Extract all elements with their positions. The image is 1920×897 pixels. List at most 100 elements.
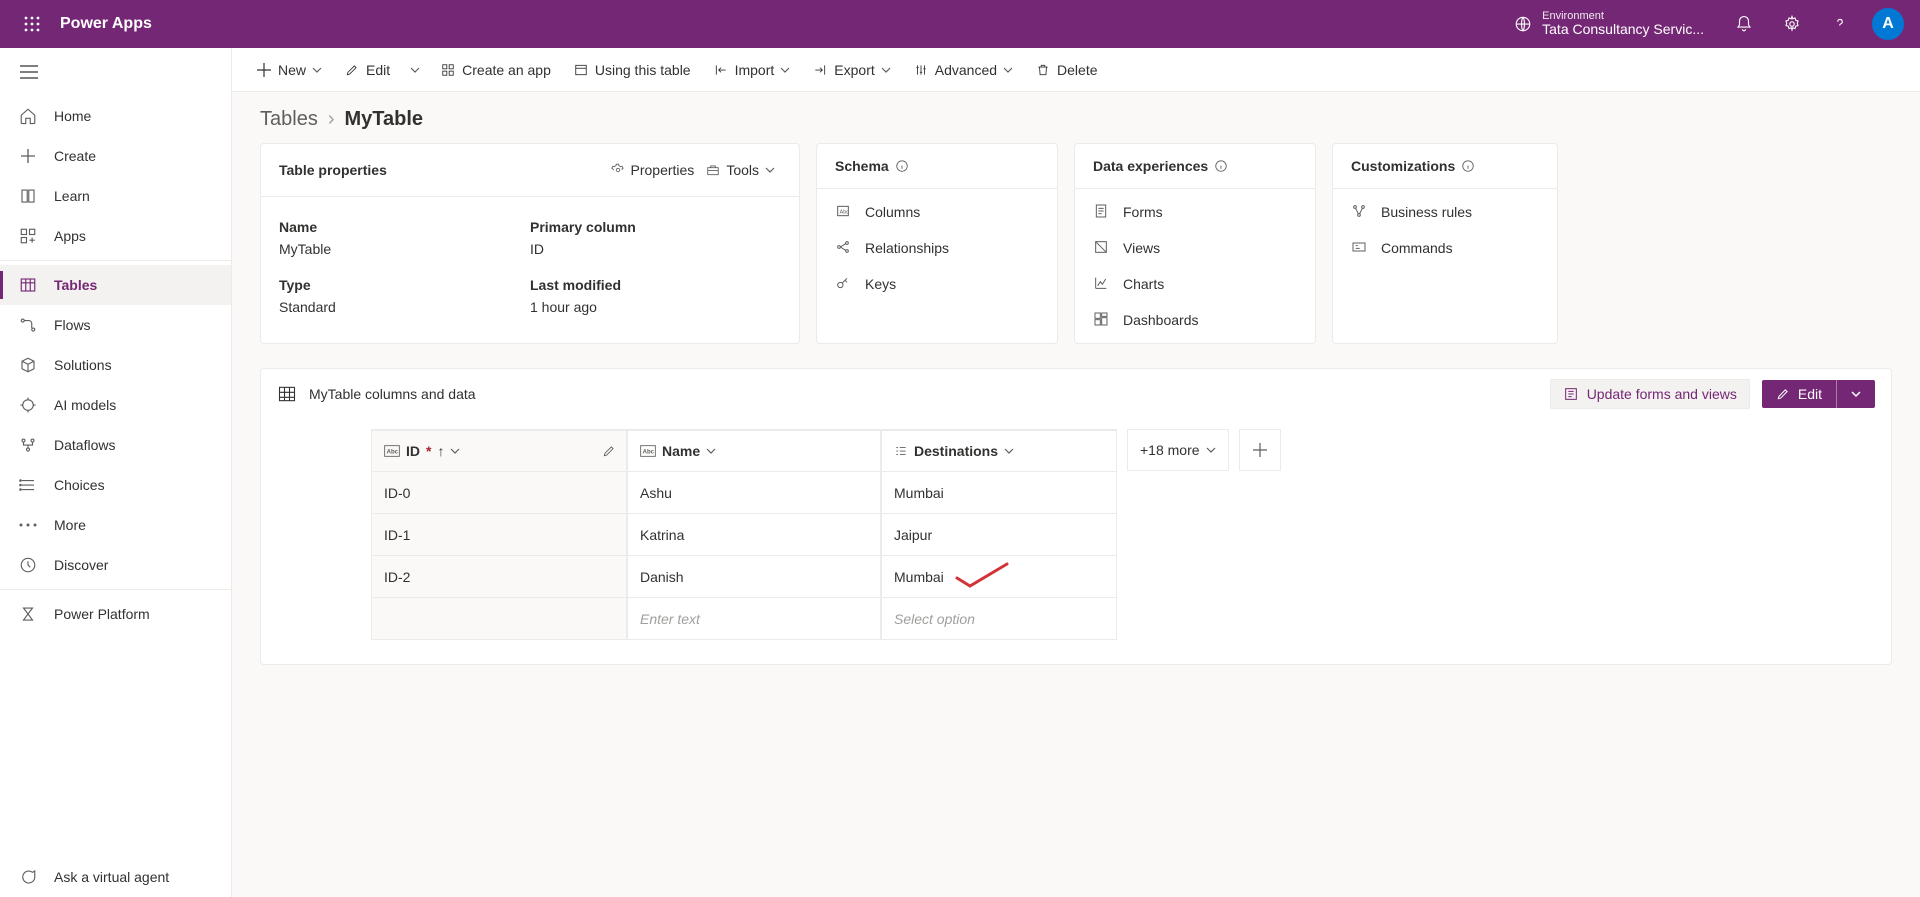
forms-link[interactable]: Forms (1093, 203, 1297, 221)
nav-more[interactable]: More (0, 505, 231, 545)
nav-label: Solutions (54, 357, 112, 373)
info-icon[interactable] (1214, 159, 1228, 173)
schema-keys-link[interactable]: Keys (835, 275, 1039, 293)
nav-tables[interactable]: Tables (0, 265, 231, 305)
business-rules-link[interactable]: Business rules (1351, 203, 1539, 221)
choices-icon (18, 475, 38, 495)
nav-home[interactable]: Home (0, 96, 231, 136)
prop-type-label: Type (279, 269, 530, 293)
nav-label: Choices (54, 477, 105, 493)
cmd-edit[interactable]: Edit (336, 56, 398, 84)
update-forms-button[interactable]: Update forms and views (1550, 379, 1750, 409)
nav-apps[interactable]: Apps (0, 216, 231, 256)
cell-id[interactable]: ID-2 (371, 556, 627, 598)
nav-label: Tables (54, 277, 97, 293)
chip-label: +18 more (1140, 442, 1200, 458)
edit-button[interactable]: Edit (1762, 380, 1875, 408)
breadcrumb-root[interactable]: Tables (260, 108, 318, 131)
tools-button[interactable]: Tools (700, 158, 781, 182)
nav-label: Home (54, 108, 91, 124)
nav-dataflows[interactable]: Dataflows (0, 425, 231, 465)
choice-type-icon (894, 444, 908, 458)
nav-power-platform[interactable]: Power Platform (0, 594, 231, 634)
column-header-name[interactable]: Abc Name (627, 430, 881, 472)
cell-id-new[interactable] (371, 598, 627, 640)
cell-dest[interactable]: Mumbai (881, 472, 1117, 514)
column-header-destinations[interactable]: Destinations (881, 430, 1117, 472)
more-columns-button[interactable]: +18 more (1127, 429, 1229, 471)
table-icon (573, 62, 589, 78)
column-header-id[interactable]: Abc ID* ↑ (371, 430, 627, 472)
data-grid: Abc ID* ↑ ID-0 ID-1 ID-2 (371, 429, 1875, 640)
cell-id[interactable]: ID-1 (371, 514, 627, 556)
settings-button[interactable] (1768, 0, 1816, 48)
dashboard-icon (1093, 311, 1111, 329)
cell-name[interactable]: Ashu (627, 472, 881, 514)
nav-create[interactable]: Create (0, 136, 231, 176)
environment-picker[interactable]: Environment Tata Consultancy Servic... (1514, 10, 1704, 37)
cell-dest[interactable]: Mumbai (881, 556, 1117, 598)
nav-discover[interactable]: Discover (0, 545, 231, 585)
apps-icon (18, 226, 38, 246)
cmd-import[interactable]: Import (705, 56, 799, 84)
cell-name[interactable]: Danish (627, 556, 881, 598)
cell-name-new[interactable]: Enter text (627, 598, 881, 640)
cell-id[interactable]: ID-0 (371, 472, 627, 514)
cmd-new[interactable]: New (248, 56, 330, 84)
globe-icon (1514, 15, 1532, 33)
cell-dest-new[interactable]: Select option (881, 598, 1117, 640)
nav-ai-models[interactable]: AI models (0, 385, 231, 425)
prop-modified-label: Last modified (530, 269, 781, 293)
customizations-card: Customizations Business rules Commands (1332, 143, 1558, 344)
card-title: Data experiences (1093, 158, 1208, 174)
nav-solutions[interactable]: Solutions (0, 345, 231, 385)
nav-toggle-button[interactable] (0, 48, 231, 96)
schema-columns-link[interactable]: Abc Columns (835, 203, 1039, 221)
cmd-export[interactable]: Export (804, 56, 898, 84)
notifications-button[interactable] (1720, 0, 1768, 48)
nav-learn[interactable]: Learn (0, 176, 231, 216)
chevron-down-icon (1206, 447, 1216, 453)
dashboards-link[interactable]: Dashboards (1093, 311, 1297, 329)
chevron-down-icon (780, 67, 790, 73)
sort-asc-icon: ↑ (437, 443, 444, 459)
app-launcher-button[interactable] (8, 0, 56, 48)
plus-icon (256, 62, 272, 78)
user-avatar[interactable]: A (1872, 8, 1904, 40)
relationships-icon (835, 239, 853, 257)
chevron-down-icon (450, 448, 460, 454)
cmd-label: Edit (366, 62, 390, 78)
properties-button[interactable]: Properties (605, 158, 701, 182)
chevron-right-icon: › (328, 108, 335, 131)
commands-link[interactable]: Commands (1351, 239, 1539, 257)
cmd-using-table[interactable]: Using this table (565, 56, 699, 84)
info-icon[interactable] (1461, 159, 1475, 173)
nav-flows[interactable]: Flows (0, 305, 231, 345)
cmd-create-app[interactable]: Create an app (432, 56, 559, 84)
cmd-delete[interactable]: Delete (1027, 56, 1105, 84)
data-section: MyTable columns and data Update forms an… (260, 368, 1892, 665)
edit-dropdown[interactable] (1837, 385, 1875, 403)
help-button[interactable] (1816, 0, 1864, 48)
charts-link[interactable]: Charts (1093, 275, 1297, 293)
nav-choices[interactable]: Choices (0, 465, 231, 505)
prop-name-label: Name (279, 211, 530, 235)
views-icon (1093, 239, 1111, 257)
link-label: Commands (1381, 240, 1453, 256)
cell-name[interactable]: Katrina (627, 514, 881, 556)
cmd-advanced[interactable]: Advanced (905, 56, 1021, 84)
cmd-edit-dropdown[interactable] (404, 61, 426, 79)
pencil-icon[interactable] (602, 444, 616, 458)
prop-type-value: Standard (279, 299, 530, 321)
add-column-button[interactable] (1239, 429, 1281, 471)
cmd-label: Import (735, 62, 775, 78)
cmd-label: New (278, 62, 306, 78)
chart-icon (1093, 275, 1111, 293)
text-type-icon: Abc (384, 445, 400, 457)
cell-dest[interactable]: Jaipur (881, 514, 1117, 556)
nav-label: AI models (54, 397, 116, 413)
nav-ask-agent[interactable]: Ask a virtual agent (0, 857, 231, 897)
schema-relationships-link[interactable]: Relationships (835, 239, 1039, 257)
views-link[interactable]: Views (1093, 239, 1297, 257)
info-icon[interactable] (895, 159, 909, 173)
